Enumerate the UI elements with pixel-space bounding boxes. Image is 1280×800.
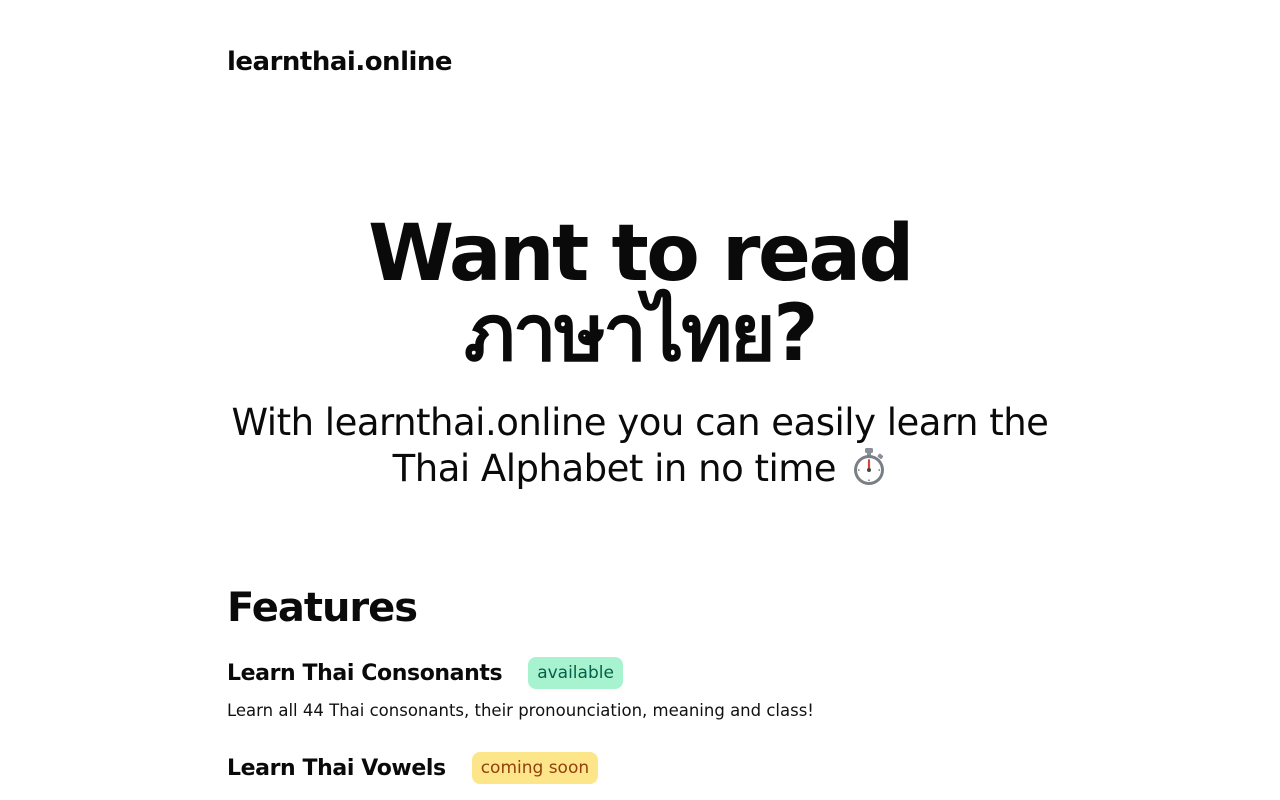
feature-title: Learn Thai Consonants xyxy=(227,660,503,686)
features-section: Features Learn Thai Consonants available… xyxy=(227,585,1053,784)
hero-title: Want to read ภาษาไทย? xyxy=(368,209,914,379)
feature-header: Learn Thai Consonants available xyxy=(227,656,623,690)
feature-description: Learn all 44 Thai consonants, their pron… xyxy=(227,701,814,720)
status-badge: available xyxy=(528,657,623,689)
features-heading: Features xyxy=(227,585,418,631)
feature-header: Learn Thai Vowels coming soon xyxy=(227,751,599,785)
feature-consonants: Learn Thai Consonants available Learn al… xyxy=(227,656,814,720)
hero-section: Want to read ภาษาไทย? With learnthai.onl… xyxy=(227,214,1053,492)
feature-vowels: Learn Thai Vowels coming soon xyxy=(227,751,599,785)
brand-link[interactable]: learnthai.online xyxy=(227,46,453,78)
hero-subtitle: With learnthai.online you can easily lea… xyxy=(227,400,1053,492)
status-badge: coming soon xyxy=(471,752,599,784)
stopwatch-icon xyxy=(854,448,885,485)
feature-title: Learn Thai Vowels xyxy=(227,755,446,781)
hero-subtitle-text: With learnthai.online you can easily lea… xyxy=(231,401,1049,490)
